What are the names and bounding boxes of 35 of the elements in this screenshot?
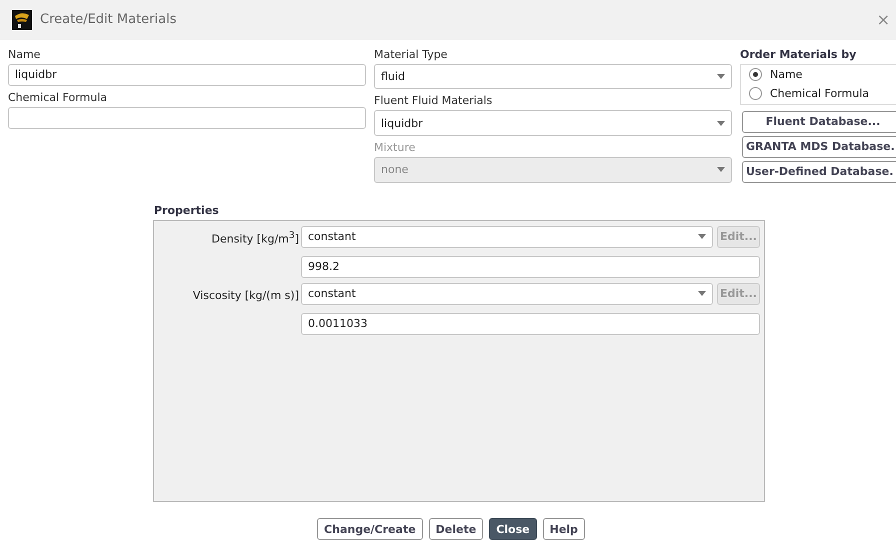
dropdown-arrow-icon: [698, 291, 706, 296]
property-label: Density [kg/m$^{3}$]: [210, 230, 299, 246]
group-title: Order Materials by: [740, 46, 858, 63]
dropdown-arrow-icon: [698, 234, 706, 239]
method-dropdown[interactable]: constant: [301, 226, 713, 248]
window-title: Create/Edit Materials: [40, 12, 178, 28]
fluid-materials-dropdown[interactable]: liquidbr: [374, 110, 732, 136]
radio-label: Name: [770, 68, 802, 82]
field-label: Material Type: [374, 46, 448, 63]
radio-label: Chemical Formula: [770, 87, 870, 100]
field-label: Chemical Formula: [8, 90, 108, 106]
value-field[interactable]: 0.0011033: [301, 312, 760, 334]
field-label: Fluent Fluid Materials: [374, 93, 494, 110]
dialog-button[interactable]: Change/Create: [317, 518, 423, 540]
section-title: Properties: [154, 204, 220, 219]
dropdown-arrow-icon: [717, 120, 725, 126]
radio-button[interactable]: [749, 68, 762, 82]
field-label: Mixture: [374, 140, 416, 156]
database-button[interactable]: GRANTA MDS Database.: [742, 136, 896, 158]
dialog-button[interactable]: Help: [542, 518, 585, 540]
dropdown-arrow-icon: [717, 167, 725, 172]
property-label: Viscosity [kg/(m s)]: [192, 288, 299, 302]
value-field[interactable]: 998.2: [301, 256, 760, 278]
database-button[interactable]: Fluent Database...: [742, 110, 896, 133]
dropdown-arrow-icon: [717, 74, 725, 79]
database-button[interactable]: User-Defined Database.: [742, 160, 896, 183]
name-field[interactable]: liquidbr: [8, 64, 366, 86]
field-label: Name: [8, 46, 42, 63]
app-logo-icon: [12, 10, 32, 30]
dialog-button[interactable]: Delete: [428, 518, 484, 540]
radio-button[interactable]: [749, 87, 762, 100]
dialog-button[interactable]: Close: [489, 518, 537, 540]
method-dropdown[interactable]: constant: [301, 282, 713, 304]
formula-field[interactable]: [8, 106, 366, 129]
material-type-dropdown[interactable]: fluid: [374, 64, 732, 90]
